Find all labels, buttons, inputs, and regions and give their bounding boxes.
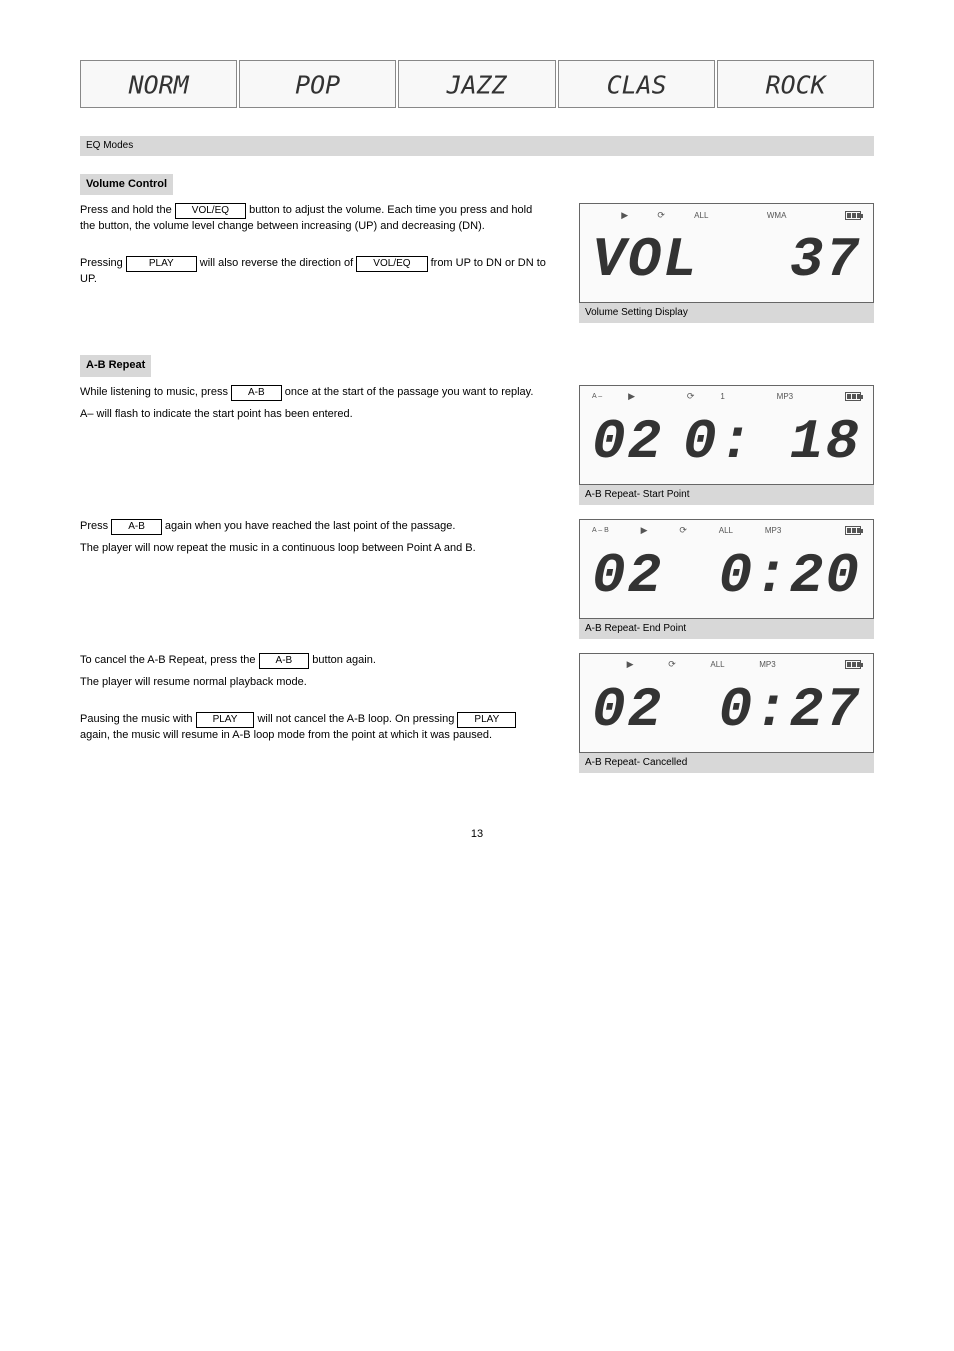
ab-para-1: While listening to music, press A-B once… — [80, 385, 549, 401]
eq-mode-row: NORM POP JAZZ CLAS ROCK — [80, 60, 874, 108]
lcd-volume: ▶ ⟳ ALL WMA VOL 37 — [579, 203, 874, 303]
ab-button-label-2: A-B — [111, 519, 162, 535]
repeat-icon: ⟳ — [679, 524, 687, 537]
voleq-button-label-2: VOL/EQ — [356, 256, 427, 272]
ab-para-2: A– will flash to indicate the start poin… — [80, 407, 549, 422]
eq-cell-clas: CLAS — [558, 60, 715, 108]
lcd-vol-right: 37 — [790, 232, 861, 288]
battery-icon — [845, 660, 861, 669]
all-label: ALL — [719, 525, 733, 536]
lcd-track: 02 — [592, 414, 663, 470]
eq-cell-norm: NORM — [80, 60, 237, 108]
ab-button-label: A-B — [231, 385, 282, 401]
lcd-ab3-caption: A-B Repeat- Cancelled — [579, 753, 874, 773]
lcd-time: 0:20 — [719, 548, 861, 604]
svg-text:JAZZ: JAZZ — [446, 71, 508, 100]
eq-label: NORM — [128, 71, 190, 100]
ab-para-6: The player will resume normal playback m… — [80, 675, 549, 690]
lcd-ab3: ▶ ⟳ ALL MP3 02 0:27 — [579, 653, 874, 753]
repeat-icon: ⟳ — [657, 209, 665, 222]
svg-text:POP: POP — [295, 71, 340, 100]
volume-para-1: Press and hold the VOL/EQ button to adju… — [80, 203, 549, 234]
battery-icon — [845, 392, 861, 401]
play-button-label-3: PLAY — [457, 712, 516, 728]
eq-cell-jazz: JAZZ — [398, 60, 555, 108]
battery-icon — [845, 526, 861, 535]
ab-para-3: Press A-B again when you have reached th… — [80, 519, 549, 535]
eq-caption: EQ Modes — [80, 136, 874, 156]
eq-cell-rock: ROCK — [717, 60, 874, 108]
page-number: 13 — [80, 827, 874, 842]
ab-indicator: A – B — [592, 526, 609, 536]
ab-button-label-3: A-B — [259, 653, 310, 669]
lcd-track: 02 — [592, 548, 663, 604]
format-label: MP3 — [777, 391, 793, 402]
play-icon: ▶ — [627, 658, 634, 671]
voleq-button-label: VOL/EQ — [175, 203, 246, 219]
play-button-label: PLAY — [126, 256, 197, 272]
ab-para-4: The player will now repeat the music in … — [80, 541, 549, 556]
ab-para-5: To cancel the A-B Repeat, press the A-B … — [80, 653, 549, 669]
lcd-ab1-caption: A-B Repeat- Start Point — [579, 485, 874, 505]
section-ab-title: A-B Repeat — [80, 355, 151, 376]
play-button-label-2: PLAY — [196, 712, 255, 728]
repeat-icon: ⟳ — [668, 658, 676, 671]
format-label: MP3 — [759, 659, 775, 670]
all-label: ALL — [694, 210, 708, 221]
play-icon: ▶ — [621, 209, 628, 222]
ab-para-7: Pausing the music with PLAY will not can… — [80, 712, 549, 743]
section-volume-title: Volume Control — [80, 174, 173, 195]
lcd-ab1: A – ▶ ⟳ 1 MP3 02 0: 18 — [579, 385, 874, 485]
lcd-vol-caption: Volume Setting Display — [579, 303, 874, 323]
lcd-vol-left: VOL — [592, 232, 699, 288]
svg-text:CLAS: CLAS — [606, 71, 666, 100]
battery-icon — [845, 211, 861, 220]
lcd-ab2-caption: A-B Repeat- End Point — [579, 619, 874, 639]
lcd-time: 0: 18 — [683, 414, 861, 470]
lcd-time: 0:27 — [719, 682, 861, 738]
format-label: MP3 — [765, 525, 781, 536]
lcd-ab2: A – B ▶ ⟳ ALL MP3 02 0:20 — [579, 519, 874, 619]
play-icon: ▶ — [641, 524, 648, 537]
volume-para-2: Pressing PLAY will also reverse the dire… — [80, 256, 549, 287]
format-label: WMA — [767, 210, 787, 221]
all-label: ALL — [710, 659, 724, 670]
repeat-icon: ⟳ — [687, 390, 695, 403]
ab-indicator: A – — [592, 392, 602, 402]
svg-text:ROCK: ROCK — [765, 71, 827, 100]
eq-cell-pop: POP — [239, 60, 396, 108]
lcd-track: 02 — [592, 682, 663, 738]
play-icon: ▶ — [628, 390, 635, 403]
